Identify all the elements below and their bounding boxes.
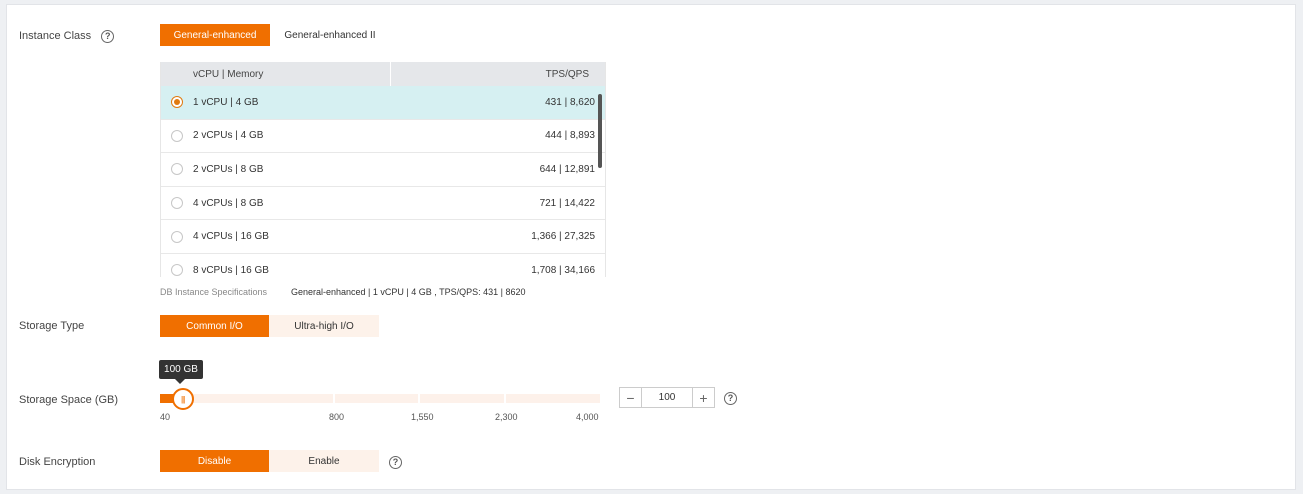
- table-row[interactable]: 2 vCPUs | 8 GB 644 | 12,891: [161, 153, 605, 187]
- radio-button[interactable]: [171, 163, 183, 176]
- storage-stepper: − +: [619, 387, 715, 408]
- tick-label: 800: [329, 412, 345, 422]
- storage-space-label: Storage Space (GB): [19, 394, 119, 406]
- table-row[interactable]: 1 vCPU | 4 GB 431 | 8,620: [161, 86, 605, 120]
- table-row[interactable]: 4 vCPUs | 16 GB 1,366 | 27,325: [161, 220, 605, 254]
- table-row[interactable]: 8 vCPUs | 16 GB 1,708 | 34,166: [161, 254, 605, 277]
- tick-label: 1,550: [411, 412, 434, 422]
- table-row[interactable]: 4 vCPUs | 8 GB 721 | 14,422: [161, 187, 605, 221]
- disk-encryption-label: Disk Encryption: [19, 456, 96, 468]
- ultra-high-io-button[interactable]: Ultra-high I/O: [269, 315, 379, 337]
- spec-table: vCPU | Memory TPS/QPS 1 vCPU | 4 GB 431 …: [160, 62, 606, 277]
- table-row[interactable]: 2 vCPUs | 4 GB 444 | 8,893: [161, 120, 605, 154]
- common-io-button[interactable]: Common I/O: [160, 315, 269, 337]
- help-icon[interactable]: ?: [101, 30, 115, 43]
- table-scrollbar[interactable]: [598, 94, 602, 168]
- help-icon[interactable]: ?: [389, 456, 402, 469]
- slider-tooltip: 100 GB: [159, 360, 203, 384]
- tick-label: 2,300: [495, 412, 518, 422]
- radio-button[interactable]: [171, 197, 183, 210]
- plus-icon[interactable]: +: [692, 388, 714, 407]
- column-header-perf: TPS/QPS: [545, 68, 589, 80]
- db-spec-label: DB Instance Specifications: [160, 287, 268, 297]
- minus-icon[interactable]: −: [620, 388, 642, 407]
- radio-button[interactable]: [171, 264, 183, 277]
- tick-label: 40: [160, 412, 171, 422]
- db-spec-value: General-enhanced | 1 vCPU | 4 GB , TPS/Q…: [291, 287, 526, 297]
- enable-button[interactable]: Enable: [269, 450, 379, 472]
- radio-selected[interactable]: [171, 96, 183, 109]
- storage-type-label: Storage Type: [19, 320, 85, 332]
- slider-handle[interactable]: |||: [171, 388, 194, 410]
- storage-space-input[interactable]: [642, 388, 692, 407]
- instance-class-label: Instance Class ?: [19, 30, 115, 43]
- radio-button[interactable]: [171, 129, 183, 142]
- tab-general-enhanced-ii[interactable]: General-enhanced II: [270, 24, 390, 46]
- column-header-spec: vCPU | Memory: [161, 62, 391, 86]
- tick-label: 4,000: [576, 412, 599, 422]
- table-header: vCPU | Memory TPS/QPS: [161, 62, 605, 86]
- tab-general-enhanced[interactable]: General-enhanced: [160, 24, 270, 46]
- help-icon[interactable]: ?: [724, 392, 737, 405]
- radio-button[interactable]: [171, 230, 183, 243]
- disable-button[interactable]: Disable: [160, 450, 269, 472]
- slider-track[interactable]: [160, 394, 600, 403]
